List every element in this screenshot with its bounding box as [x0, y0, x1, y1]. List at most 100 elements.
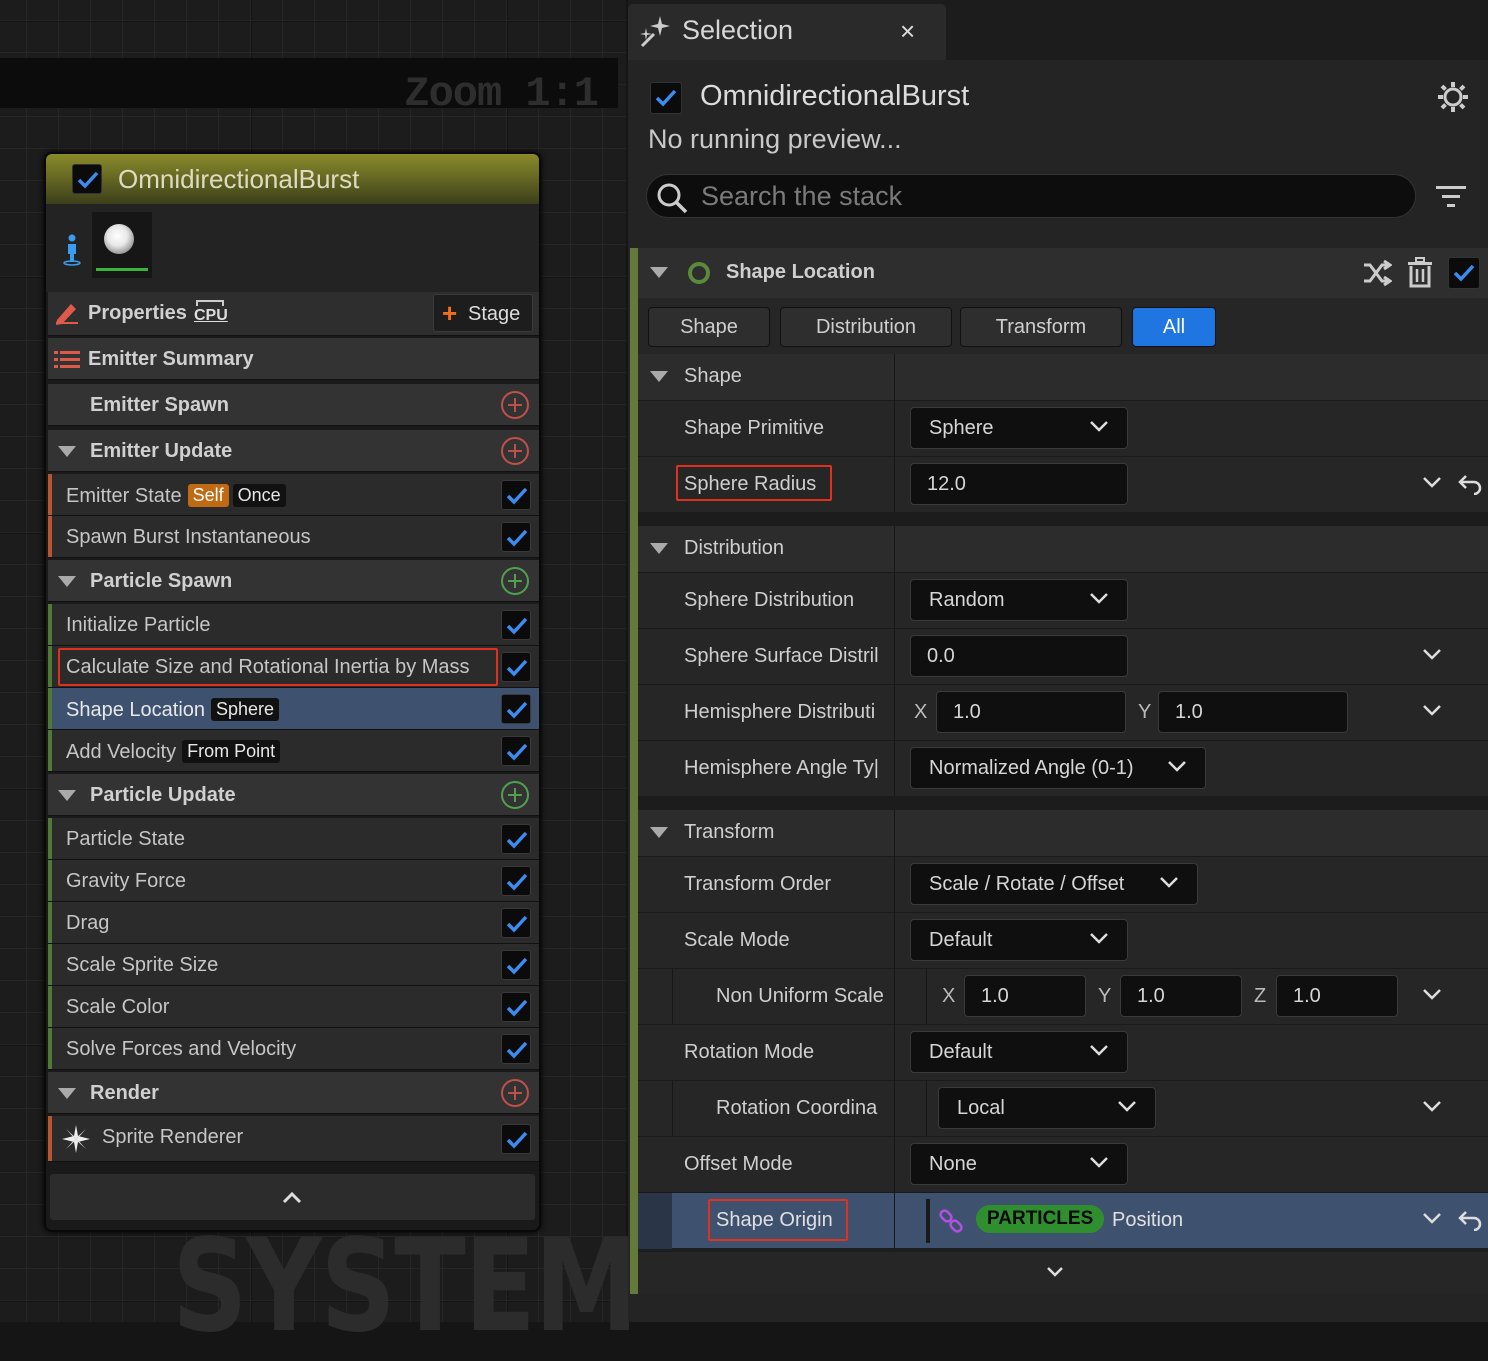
particle-update-row[interactable]: Particle Update [48, 774, 539, 816]
tab-shape[interactable]: Shape [648, 307, 770, 347]
check-icon [506, 743, 528, 761]
hemisphere-angle-dropdown[interactable]: Normalized Angle (0-1) [910, 747, 1206, 789]
collapse-triangle-icon[interactable] [58, 576, 76, 587]
calc-size-checkbox[interactable] [501, 652, 531, 682]
module-add-velocity[interactable]: Add Velocity From Point [48, 730, 539, 772]
collapse-triangle-icon[interactable] [650, 267, 668, 278]
emitter-spawn-row[interactable]: Emitter Spawn [48, 384, 539, 426]
emitter-node[interactable]: OmnidirectionalBurst Properties CPU + St… [44, 152, 541, 1232]
close-icon[interactable]: × [900, 16, 915, 47]
collapse-node-button[interactable] [50, 1174, 535, 1220]
scale-z-input[interactable]: 1.0 [1276, 975, 1398, 1017]
module-enable-checkbox[interactable] [1448, 257, 1480, 289]
shape-location-module-header[interactable]: Shape Location [638, 248, 1488, 298]
sprite-renderer-checkbox[interactable] [501, 1124, 531, 1154]
scale-mode-dropdown[interactable]: Default [910, 919, 1128, 961]
shape-location-checkbox[interactable] [501, 694, 531, 724]
hemisphere-y-input[interactable]: 1.0 [1158, 691, 1348, 733]
add-emitter-update-module-icon[interactable] [501, 437, 529, 465]
chevron-down-icon[interactable] [1422, 475, 1442, 489]
gear-icon[interactable] [1436, 80, 1470, 114]
section-shape[interactable]: Shape [638, 354, 1488, 400]
add-particle-spawn-module-icon[interactable] [501, 567, 529, 595]
solve-forces-checkbox[interactable] [501, 1034, 531, 1064]
chevron-down-icon[interactable] [1422, 987, 1442, 1001]
drag-checkbox[interactable] [501, 908, 531, 938]
link-icon[interactable] [938, 1209, 964, 1235]
rotation-mode-dropdown[interactable]: Default [910, 1031, 1128, 1073]
reset-arrow-icon[interactable] [1458, 473, 1482, 495]
x-axis-label: X [914, 701, 928, 723]
chevron-down-icon[interactable] [1422, 1099, 1442, 1113]
scale-color-checkbox[interactable] [501, 992, 531, 1022]
module-particle-state[interactable]: Particle State [48, 818, 539, 860]
scale-sprite-size-checkbox[interactable] [501, 950, 531, 980]
hemisphere-x-input[interactable]: 1.0 [936, 691, 1126, 733]
collapse-triangle-icon[interactable] [58, 790, 76, 801]
tab-transform[interactable]: Transform [960, 307, 1122, 347]
chevron-down-icon[interactable] [1422, 1211, 1442, 1225]
add-emitter-spawn-module-icon[interactable] [501, 391, 529, 419]
person-icon[interactable] [62, 234, 82, 266]
module-spawn-burst[interactable]: Spawn Burst Instantaneous [48, 516, 539, 558]
emitter-state-checkbox[interactable] [501, 480, 531, 510]
add-velocity-checkbox[interactable] [501, 736, 531, 766]
scale-y-input[interactable]: 1.0 [1120, 975, 1242, 1017]
chevron-down-icon[interactable] [1422, 703, 1442, 717]
gravity-force-checkbox[interactable] [501, 866, 531, 896]
reset-arrow-icon[interactable] [1458, 1209, 1482, 1231]
module-sprite-renderer[interactable]: Sprite Renderer [48, 1116, 539, 1162]
properties-row[interactable]: Properties CPU + Stage [48, 292, 539, 336]
tab-distribution[interactable]: Distribution [780, 307, 952, 347]
tab-all[interactable]: All [1132, 307, 1216, 347]
module-emitter-state[interactable]: Emitter State Self Once [48, 474, 539, 516]
spawn-burst-checkbox[interactable] [501, 522, 531, 552]
collapse-triangle-icon[interactable] [58, 446, 76, 457]
emitter-enable-checkbox[interactable] [72, 164, 102, 194]
offset-mode-dropdown[interactable]: None [910, 1143, 1128, 1185]
graph-canvas[interactable]: Zoom 1:1 SYSTEM OmnidirectionalBurst Pro… [0, 0, 639, 1361]
particle-spawn-row[interactable]: Particle Spawn [48, 560, 539, 602]
module-scale-sprite-size[interactable]: Scale Sprite Size [48, 944, 539, 986]
sphere-tag: Sphere [211, 698, 280, 721]
section-distribution[interactable]: Distribution [638, 526, 1488, 572]
shape-primitive-dropdown[interactable]: Sphere [910, 407, 1128, 449]
module-calc-size[interactable]: Calculate Size and Rotational Inertia by… [48, 646, 539, 688]
emitter-summary-row[interactable]: Emitter Summary [48, 338, 539, 380]
module-drag[interactable]: Drag [48, 902, 539, 944]
search-stack-input[interactable]: Search the stack [646, 174, 1416, 218]
collapse-triangle-icon[interactable] [650, 827, 668, 838]
transform-order-dropdown[interactable]: Scale / Rotate / Offset [910, 863, 1198, 905]
renderer-thumbnail[interactable] [92, 212, 152, 278]
add-stage-button[interactable]: + Stage [433, 294, 533, 332]
sphere-distribution-dropdown[interactable]: Random [910, 579, 1128, 621]
module-initialize-particle[interactable]: Initialize Particle [48, 604, 539, 646]
prop-shape-origin[interactable]: Shape Origin PARTICLES Position [638, 1192, 1488, 1249]
module-shape-location[interactable]: Shape Location Sphere [48, 688, 539, 730]
shuffle-icon[interactable] [1362, 259, 1392, 287]
add-renderer-icon[interactable] [501, 1079, 529, 1107]
selection-tab[interactable]: Selection × [628, 4, 946, 60]
filter-icon[interactable] [1436, 184, 1466, 210]
add-particle-update-module-icon[interactable] [501, 781, 529, 809]
module-scale-color[interactable]: Scale Color [48, 986, 539, 1028]
trash-icon[interactable] [1406, 257, 1434, 289]
initialize-particle-checkbox[interactable] [501, 610, 531, 640]
selection-enable-checkbox[interactable] [650, 82, 682, 114]
render-row[interactable]: Render [48, 1072, 539, 1114]
stack-footer[interactable] [638, 1252, 1488, 1294]
collapse-triangle-icon[interactable] [650, 543, 668, 554]
sphere-surface-input[interactable]: 0.0 [910, 635, 1128, 677]
chevron-down-icon[interactable] [1422, 647, 1442, 661]
emitter-update-row[interactable]: Emitter Update [48, 430, 539, 472]
sphere-radius-input[interactable]: 12.0 [910, 463, 1128, 505]
node-header[interactable]: OmnidirectionalBurst [46, 154, 539, 204]
module-solve-forces[interactable]: Solve Forces and Velocity [48, 1028, 539, 1070]
particle-state-checkbox[interactable] [501, 824, 531, 854]
section-transform[interactable]: Transform [638, 810, 1488, 856]
scale-x-input[interactable]: 1.0 [964, 975, 1086, 1017]
collapse-triangle-icon[interactable] [650, 371, 668, 382]
rotation-coordinate-dropdown[interactable]: Local [938, 1087, 1156, 1129]
collapse-triangle-icon[interactable] [58, 1088, 76, 1099]
module-gravity-force[interactable]: Gravity Force [48, 860, 539, 902]
